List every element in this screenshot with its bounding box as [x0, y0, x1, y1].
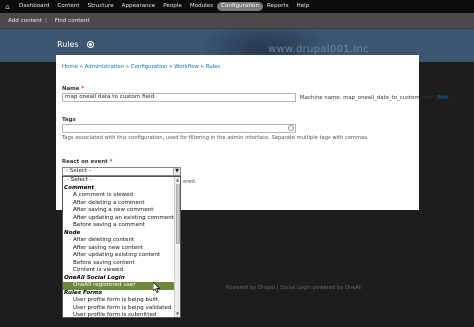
event-label: React on event *	[62, 159, 112, 165]
dropdown-option[interactable]: After deleting a comment	[63, 200, 175, 208]
shortcut-find-content[interactable]: Find content	[47, 18, 93, 24]
machine-name-edit-link[interactable]: Edit	[438, 95, 448, 101]
toolbar-item-reports[interactable]: Reports	[263, 2, 292, 11]
dropdown-group-label: Comment	[64, 184, 95, 191]
autocomplete-throbber-icon	[288, 125, 294, 131]
event-description: ered.	[183, 179, 197, 185]
scroll-down-icon[interactable]: ▼	[175, 311, 180, 317]
dropdown-option[interactable]: After deleting content	[63, 237, 175, 245]
dropdown-option[interactable]: After saving new content	[63, 245, 175, 253]
breadcrumb-workflow[interactable]: Workflow	[174, 64, 199, 70]
shortcut-star-icon[interactable]	[87, 41, 94, 48]
dropdown-option[interactable]: A comment is viewed	[63, 192, 175, 200]
event-select-value: - Select -	[66, 168, 91, 174]
dropdown-option[interactable]: Before saving content	[63, 260, 175, 268]
required-marker: *	[81, 86, 85, 92]
event-dropdown-list[interactable]: - Select - Comment A comment is viewed Afte…	[62, 176, 181, 318]
machine-name-suffix: ]	[448, 95, 451, 101]
breadcrumb-rules[interactable]: Rules	[206, 64, 221, 70]
home-icon[interactable]: ⌂	[3, 2, 12, 11]
event-select[interactable]: - Select - ▼	[62, 167, 181, 176]
toolbar-item-people[interactable]: People	[159, 2, 186, 11]
breadcrumb-separator: »	[169, 64, 173, 70]
machine-name-text: Machine name: map_oneall_data_to_custom_…	[300, 95, 438, 101]
toolbar-item-configuration[interactable]: Configuration	[217, 2, 264, 11]
toolbar-menu: Dashboard Content Structure Appearance P…	[15, 0, 313, 13]
dropdown-option[interactable]: User profile form is being validated	[63, 305, 175, 313]
breadcrumb-administration[interactable]: Administration	[85, 64, 124, 70]
event-label-text: React on event	[62, 159, 108, 165]
breadcrumb-separator: »	[200, 64, 204, 70]
dropdown-option[interactable]: After updating existing content	[63, 252, 175, 260]
toolbar-item-dashboard[interactable]: Dashboard	[15, 2, 53, 11]
dropdown-option[interactable]: - Select -	[63, 177, 175, 185]
machine-name: Machine name: map_oneall_data_to_custom_…	[300, 95, 450, 101]
shortcut-add-content[interactable]: Add content	[0, 18, 45, 24]
dropdown-group-label: OneAll Social Login	[64, 274, 125, 281]
breadcrumb-separator: »	[79, 64, 83, 70]
dropdown-option[interactable]: After updating an existing comment	[63, 215, 175, 223]
dropdown-option[interactable]: Before saving a comment	[63, 222, 175, 230]
toolbar-item-modules[interactable]: Modules	[186, 2, 217, 11]
dropdown-scrollbar[interactable]: ▲ ▼	[174, 177, 180, 317]
page-title: Rules	[57, 40, 79, 49]
scroll-up-icon[interactable]: ▲	[175, 177, 180, 183]
name-input[interactable]: map oneall data to custom field	[62, 93, 296, 102]
toolbar-item-appearance[interactable]: Appearance	[118, 2, 160, 11]
footer-text: Powered by Drupal | Social Login powered…	[226, 285, 362, 291]
breadcrumb-home[interactable]: Home	[62, 64, 78, 70]
breadcrumb-separator: »	[125, 64, 130, 70]
required-marker: *	[109, 159, 113, 165]
mouse-pointer-icon	[153, 282, 161, 293]
toolbar-item-help[interactable]: Help	[293, 2, 314, 11]
site-name: www.drupal001.Inc	[268, 44, 369, 55]
dropdown-option[interactable]: After saving a new comment	[63, 207, 175, 215]
scrollbar-thumb[interactable]	[176, 184, 180, 244]
toolbar-item-content[interactable]: Content	[53, 2, 83, 11]
name-label-text: Name	[62, 86, 80, 92]
toolbar-item-structure[interactable]: Structure	[84, 2, 118, 11]
tags-input[interactable]	[62, 124, 296, 133]
dropdown-option[interactable]: Content is viewed	[63, 267, 175, 275]
dropdown-option[interactable]: User profile form is submitted	[63, 312, 175, 317]
name-label: Name *	[62, 86, 84, 92]
tags-label: Tags	[62, 117, 76, 123]
tags-description: Tags associated with this configuration,…	[62, 135, 369, 141]
breadcrumb: Home » Administration » Configuration » …	[62, 64, 220, 70]
dropdown-group-label: Node	[64, 229, 81, 236]
breadcrumb-configuration[interactable]: Configuration	[131, 64, 168, 70]
admin-toolbar: ⌂ Dashboard Content Structure Appearance…	[0, 0, 474, 13]
dropdown-options: - Select - Comment A comment is viewed Afte…	[63, 177, 175, 317]
chevron-down-icon[interactable]: ▼	[173, 168, 180, 175]
shortcut-bar: Add content | Find content	[0, 13, 474, 29]
dropdown-option[interactable]: User profile form is being built	[63, 297, 175, 305]
